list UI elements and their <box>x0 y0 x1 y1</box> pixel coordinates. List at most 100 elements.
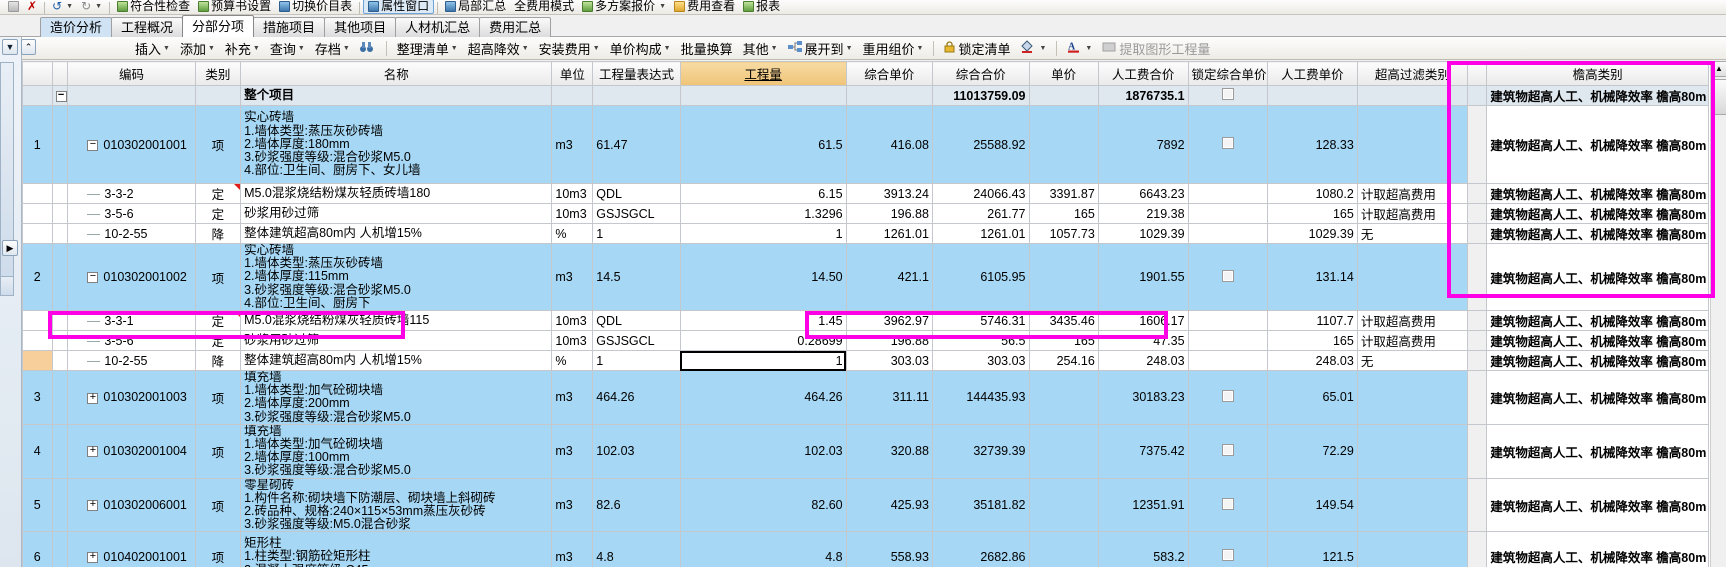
tab-3[interactable]: 措施项目 <box>253 17 326 37</box>
toolbar-local-summary-button[interactable]: 局部汇总 <box>441 0 510 14</box>
column-header-expr[interactable]: 工程量表达式 <box>592 61 681 86</box>
table-row[interactable]: 3-5-6 定 砂浆用砂过筛 10m3 GSJSGCL 1.3296 196.88 261.7… <box>22 203 1709 224</box>
toolbar2-item-3[interactable]: 查询 ▼ <box>265 38 310 58</box>
collapse-icon[interactable]: − <box>55 90 67 102</box>
tab-5[interactable]: 人材机汇总 <box>395 17 481 37</box>
lock-price-checkbox[interactable] <box>1221 497 1234 510</box>
toolbar2-item-10[interactable]: 单价构成 ▼ <box>605 38 676 58</box>
tab-0[interactable]: 造价分析 <box>40 17 113 37</box>
quantity-cell[interactable]: 1.45 <box>679 310 847 332</box>
expand-icon[interactable]: + <box>87 500 99 512</box>
tree-toggle-cell[interactable] <box>51 477 69 533</box>
toolbar-multi-plan-quote-button[interactable]: 多方案报价 ▼ <box>578 0 670 14</box>
toolbar2-item-0[interactable]: 插入 ▼ <box>130 38 175 58</box>
collapse-icon[interactable]: − <box>87 139 99 151</box>
expand-icon[interactable]: + <box>87 552 99 564</box>
chevron-down-icon[interactable]: ▼ <box>66 0 73 14</box>
toolbar2-item-17[interactable]: ▼ <box>1015 38 1051 58</box>
column-header-tree[interactable] <box>51 61 69 86</box>
chevron-down-icon[interactable]: ▼ <box>917 45 924 52</box>
column-header-gap[interactable] <box>1467 61 1488 86</box>
toolbar2-item-2[interactable]: 补充 ▼ <box>220 38 265 58</box>
column-header-qty[interactable]: 工程量 <box>679 61 847 86</box>
column-header-unit[interactable]: 单位 <box>551 61 594 86</box>
toolbar2-item-13[interactable]: 展开到 ▼ <box>783 38 858 58</box>
quantity-cell[interactable]: 1 <box>679 350 847 372</box>
toolbar2-item-7[interactable]: 整理清单 ▼ <box>392 38 463 58</box>
chevron-down-icon[interactable]: ▼ <box>846 45 853 52</box>
chevron-down-icon[interactable]: ▼ <box>1085 45 1092 52</box>
grid-vertical-scrollbar[interactable]: ▲ <box>1710 61 1726 567</box>
quantity-cell[interactable]: 0.28699 <box>679 330 847 352</box>
tree-toggle-cell[interactable] <box>51 242 69 312</box>
quantity-cell[interactable]: 4.8 <box>679 531 847 567</box>
tree-toggle-cell[interactable] <box>51 223 69 244</box>
column-header-yan[interactable]: 檐高类别 <box>1486 61 1709 86</box>
scroll-up-button[interactable]: ▲ <box>1711 61 1726 77</box>
table-row[interactable]: 3-5-6 定 砂浆用砂过筛 10m3 GSJSGCL 0.28699 196.88 56.5… <box>22 330 1709 352</box>
toolbar-copy-button[interactable] <box>4 0 23 14</box>
toolbar-compliance-check-button[interactable]: 符合性检查 <box>113 0 194 14</box>
quantity-cell[interactable]: 1 <box>679 223 847 244</box>
chevron-down-icon[interactable]: ▼ <box>771 45 778 52</box>
tree-toggle-cell[interactable] <box>51 370 69 425</box>
toolbar2-item-19[interactable]: A ▼ <box>1062 38 1097 58</box>
tab-2[interactable]: 分部分项 <box>182 15 255 37</box>
chevron-down-icon[interactable]: ▼ <box>593 45 600 52</box>
chevron-down-icon[interactable]: ▼ <box>1039 45 1046 52</box>
column-header-unit2[interactable]: 单价 <box>1028 61 1099 86</box>
expand-icon[interactable]: + <box>87 446 99 458</box>
toolbar2-item-5[interactable] <box>355 38 381 58</box>
expand-icon[interactable]: + <box>87 392 99 404</box>
table-row[interactable]: 10-2-55 降整体建筑超高80m内 人机增15%% 1 1 303.03 303.03… <box>22 350 1709 372</box>
toolbar-budget-settings-button[interactable]: 预算书设置 <box>194 0 275 14</box>
toolbar-undo-button[interactable]: ↺ ▼ <box>48 0 77 14</box>
chevron-down-icon[interactable]: ▼ <box>95 0 102 14</box>
lock-price-checkbox[interactable] <box>1221 549 1234 562</box>
lock-price-checkbox[interactable] <box>1221 137 1234 149</box>
scrollbar-thumb[interactable] <box>1711 79 1726 115</box>
toolbar-redo-button[interactable]: ↻ ▼ <box>77 0 106 14</box>
table-row[interactable]: 5 +010302006001 项零星砌砖 1.构件名称:砌块墙下防潮层、砌块墙上斜… <box>22 477 1709 533</box>
table-row[interactable]: 3-3-1 定 M5.0混浆烧结粉煤灰轻质砖墙115 10m3 QDL 1.45 3962.… <box>22 310 1709 332</box>
column-header-price[interactable]: 综合单价 <box>845 61 933 86</box>
toolbar-full-fee-mode-button[interactable]: 全费用模式 <box>510 0 578 14</box>
toolbar-delete-button[interactable]: ✗ <box>23 0 41 14</box>
tab-1[interactable]: 工程概况 <box>111 17 184 37</box>
toolbar2-item-9[interactable]: 安装费用 ▼ <box>534 38 605 58</box>
toolbar2-item-1[interactable]: 添加 ▼ <box>175 38 220 58</box>
quantity-cell[interactable]: 6.15 <box>679 183 847 204</box>
toolbar2-item-11[interactable]: 批量换算 <box>676 38 738 58</box>
table-row[interactable]: 1−010302001001 项实心砖墙 1.墙体类型:蒸压灰砂砖墙 2.墙体厚度… <box>22 105 1709 184</box>
column-header-idx[interactable] <box>22 61 53 86</box>
collapse-icon[interactable]: − <box>87 272 99 284</box>
tree-toggle-cell[interactable] <box>51 183 69 204</box>
column-header-filt[interactable]: 超高过滤类别 <box>1356 61 1469 86</box>
toolbar-switch-pricelist-button[interactable]: 切换价目表 <box>275 0 356 14</box>
side-panel-tab-2[interactable] <box>0 276 14 296</box>
chevron-down-icon[interactable]: ▼ <box>659 0 666 14</box>
toolbar2-item-8[interactable]: 超高降效 ▼ <box>463 38 534 58</box>
table-row[interactable]: 2−010302001002 项实心砖墙 1.墙体类型:蒸压灰砂砖墙 2.墙体厚度… <box>22 242 1709 312</box>
quantity-cell[interactable] <box>679 85 847 106</box>
dock-collapse-down-button[interactable]: ▼ <box>2 39 18 55</box>
chevron-down-icon[interactable]: ▼ <box>298 45 305 52</box>
table-row[interactable]: 3 +010302001003 项 填充墙 1.墙体类型:加气砼砌块墙 2.墙体厚度:… <box>22 370 1709 425</box>
toolbar2-item-20[interactable]: 提取图形工程量 <box>1097 38 1215 58</box>
dock-scroll-right-button[interactable]: ▶ <box>2 240 18 256</box>
chevron-down-icon[interactable]: ▼ <box>522 45 529 52</box>
toolbar2-item-16[interactable]: 锁定清单 <box>939 38 1015 58</box>
lock-price-checkbox[interactable] <box>1221 88 1234 100</box>
tree-toggle-cell[interactable]: − <box>51 85 69 106</box>
toolbar2-item-4[interactable]: 存档 ▼ <box>310 38 355 58</box>
quantity-cell[interactable]: 82.60 <box>679 477 847 533</box>
tree-toggle-cell[interactable] <box>51 310 69 332</box>
toolbar-report-button[interactable]: 报表 <box>739 0 784 14</box>
toolbar2-item-12[interactable]: 其他 ▼ <box>738 38 783 58</box>
toolbar2-item-14[interactable]: 重用组价 ▼ <box>858 38 929 58</box>
tree-toggle-cell[interactable] <box>51 105 69 184</box>
column-header-name[interactable]: 名称 <box>240 61 553 86</box>
dock-collapse-up-button[interactable]: ⌃ <box>21 39 36 55</box>
toolbar-property-window-button[interactable]: 属性窗口 <box>363 0 435 14</box>
table-row[interactable]: 6 +010402001001 项 矩形柱 1.柱类型:钢筋砼矩形柱 2.混凝土强度等… <box>22 531 1709 567</box>
